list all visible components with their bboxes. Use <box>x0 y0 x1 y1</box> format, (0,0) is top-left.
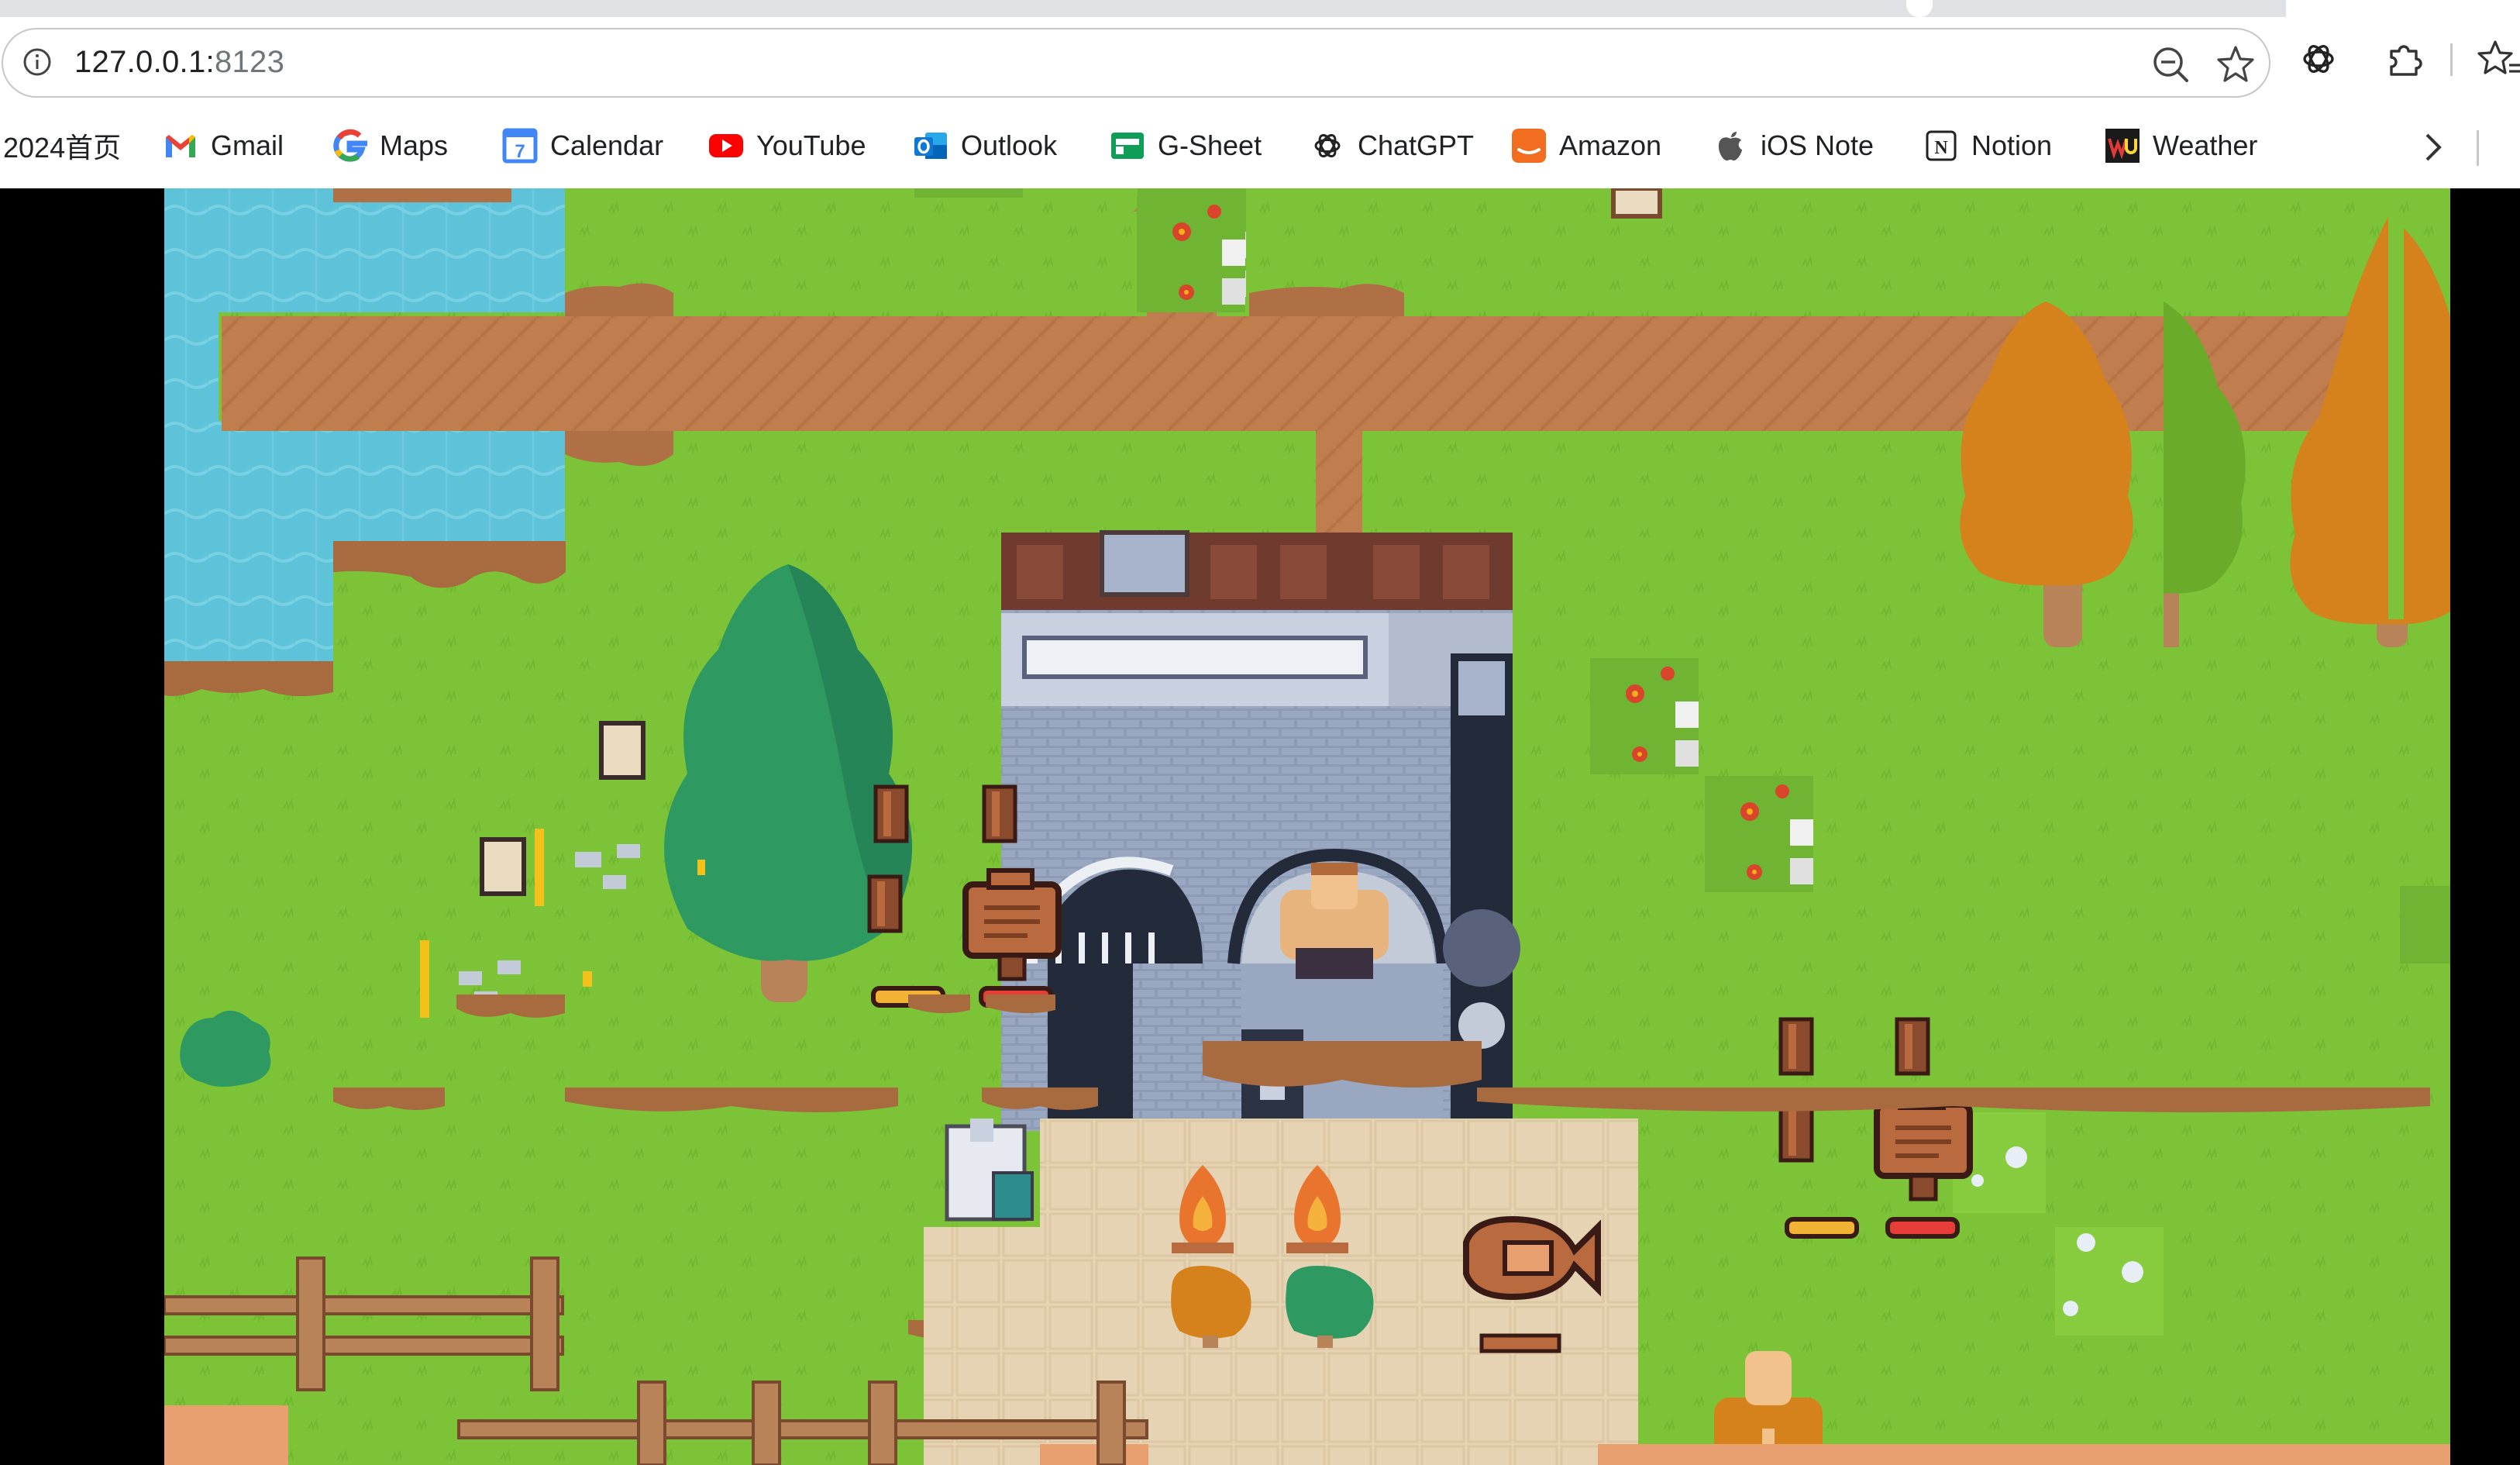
bookmark-label: iOS Note <box>1761 129 1875 161</box>
google-icon <box>332 128 367 164</box>
openai-icon[interactable] <box>2297 37 2340 81</box>
notion-letter: N <box>1934 138 1948 158</box>
bookmark-label: Notion <box>1971 129 2053 161</box>
bookmarks-separator <box>2477 130 2479 166</box>
calendar-day: 7 <box>515 141 525 162</box>
bookmark-ios-note[interactable]: iOS Note <box>1713 124 1874 167</box>
calendar-icon: 7 <box>502 128 538 164</box>
bookmark-label: Outlook <box>961 129 1058 161</box>
bookmark-label: Maps <box>380 129 449 161</box>
bookmark-label: ChatGPT <box>1358 129 1475 161</box>
knight-npc <box>945 1119 1034 1222</box>
amazon-icon <box>1511 128 1547 164</box>
bookmark-label: Calendar <box>550 129 664 161</box>
bookmark-calendar[interactable]: 7 Calendar <box>502 124 663 167</box>
toolbar-separator <box>2450 43 2453 76</box>
bookmark-notion[interactable]: N Notion <box>1923 124 2052 167</box>
bookmark-label: YouTube <box>756 129 866 161</box>
notion-icon: N <box>1923 128 1959 164</box>
url-host: 127.0.0.1: <box>74 45 215 79</box>
world-map <box>164 188 2450 1465</box>
bookmark-label: Weather <box>2153 129 2258 161</box>
sand-patch <box>164 1405 288 1465</box>
game-viewport[interactable] <box>0 188 2520 1465</box>
chevron-right-icon[interactable] <box>2418 130 2449 164</box>
outlook-icon <box>913 128 948 164</box>
bookmark-gmail[interactable]: Gmail <box>163 124 284 167</box>
weather-icon <box>2105 128 2140 164</box>
bookmark-amazon[interactable]: Amazon <box>1511 124 1661 167</box>
bookmark-2024-home[interactable]: 2024首页 <box>3 124 121 167</box>
bookmark-chatgpt[interactable]: ChatGPT <box>1310 124 1474 167</box>
openai-icon <box>1310 128 1345 164</box>
url-port: 8123 <box>214 45 285 79</box>
gmail-icon <box>163 128 198 164</box>
puzzle-icon[interactable] <box>2382 37 2425 81</box>
bookmark-label: Amazon <box>1559 129 1662 161</box>
bookmarks-bar: 2024首页 Gmail Maps 7 Calendar YouTube Out… <box>0 116 2520 178</box>
bookmark-gsheet[interactable]: G-Sheet <box>1110 124 1262 167</box>
bookmark-weather[interactable]: Weather <box>2105 124 2257 167</box>
address-bar[interactable]: 127.0.0.1:8123 <box>2 28 2270 98</box>
tab-strip <box>0 0 2520 17</box>
apple-icon <box>1713 128 1748 164</box>
youtube-icon <box>708 128 744 164</box>
favorites-icon[interactable] <box>2477 37 2520 81</box>
info-icon[interactable] <box>22 47 53 78</box>
url-text[interactable]: 127.0.0.1:8123 <box>74 45 284 80</box>
bookmark-label: G-Sheet <box>1158 129 1262 161</box>
game-world[interactable] <box>164 188 2450 1465</box>
sheets-icon <box>1110 128 1145 164</box>
browser-chrome: 127.0.0.1:8123 2024首页 Gmail Maps 7 Calen… <box>0 0 2520 188</box>
zoom-out-icon[interactable] <box>2150 43 2191 85</box>
star-icon[interactable] <box>2215 43 2257 85</box>
bookmark-label: Gmail <box>211 129 284 161</box>
bookmark-outlook[interactable]: Outlook <box>913 124 1057 167</box>
bookmark-maps[interactable]: Maps <box>332 124 448 167</box>
bookmark-youtube[interactable]: YouTube <box>708 124 866 167</box>
bookmark-label: 2024首页 <box>3 132 122 164</box>
